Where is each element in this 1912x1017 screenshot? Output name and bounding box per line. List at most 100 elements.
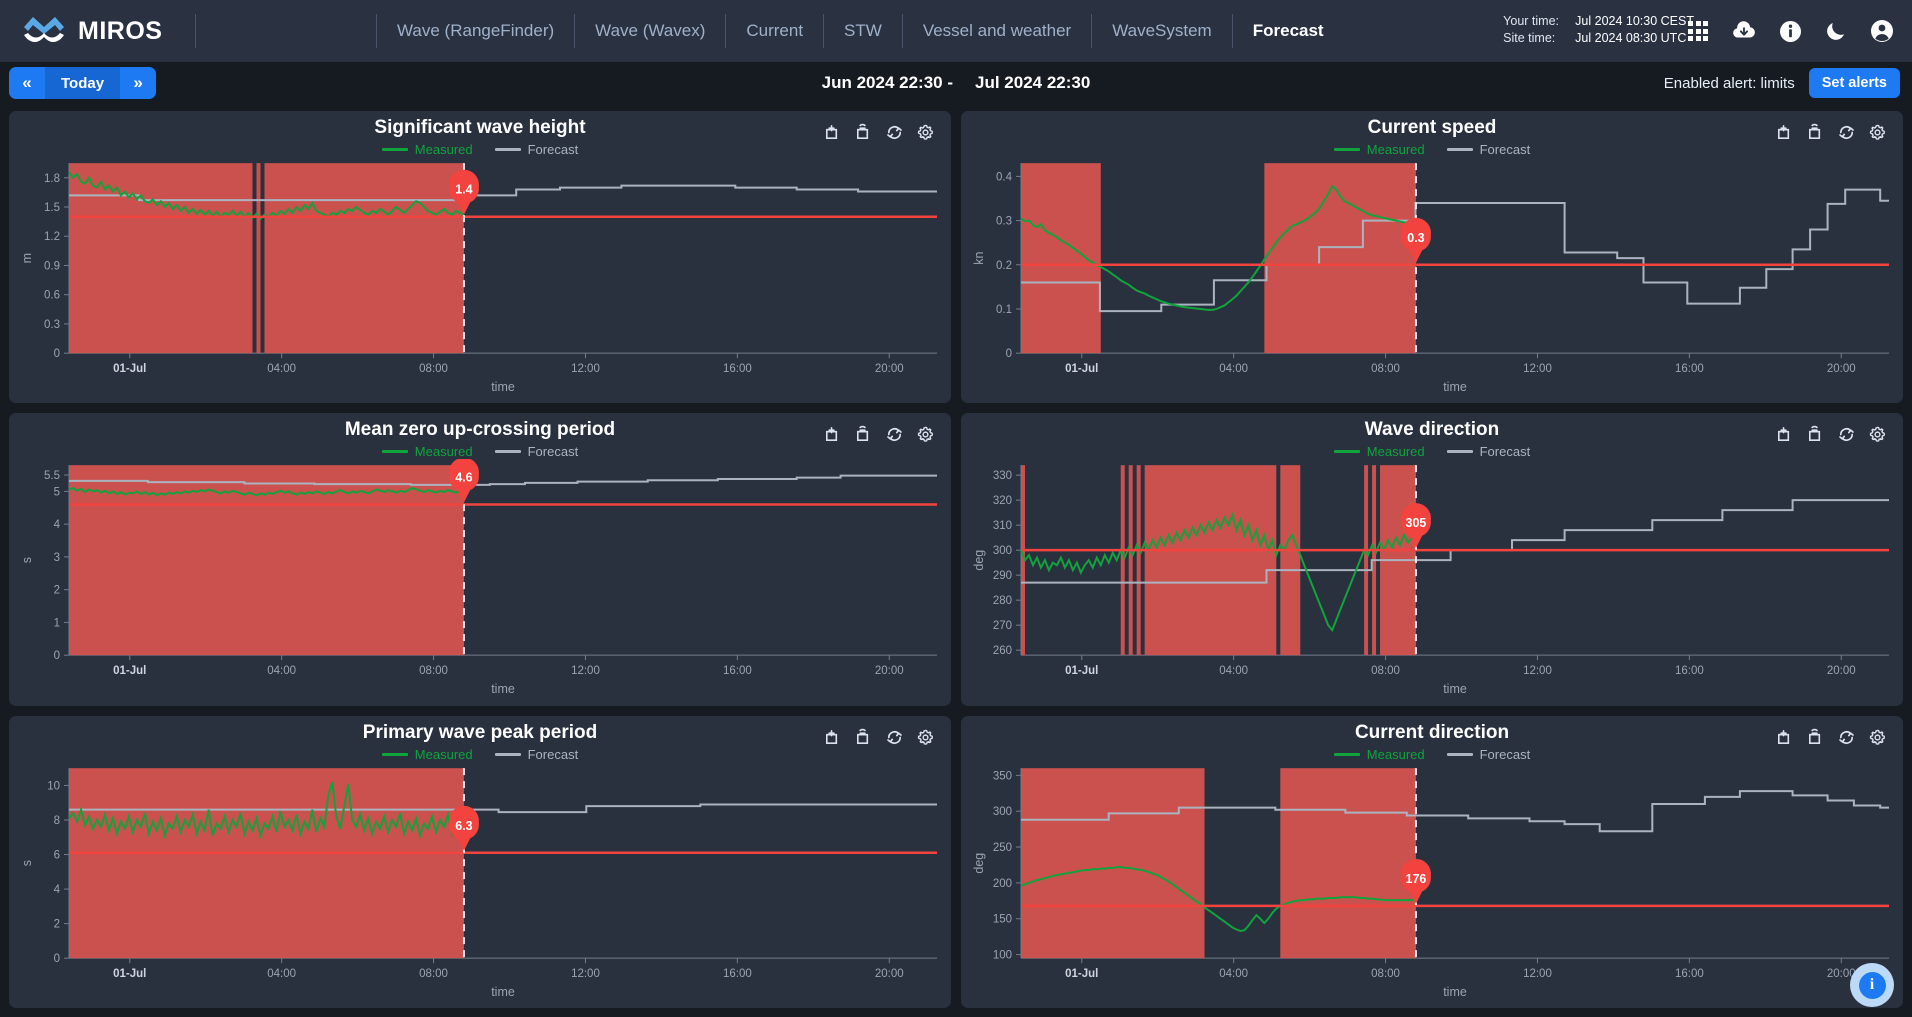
date-nav-group: « Today » [9,67,157,99]
refresh-icon[interactable] [1837,728,1856,747]
account-icon[interactable] [1870,19,1894,43]
svg-text:1.4: 1.4 [455,183,472,197]
panel-current-speed: Current speed Measured Forecast 0 0.1 0.2 0… [961,111,1903,404]
svg-text:280: 280 [993,595,1012,607]
tab-forecast[interactable]: Forecast [1233,14,1344,48]
panel-title: Current direction [1354,721,1510,743]
svg-text:5: 5 [54,487,60,499]
today-button[interactable]: Today [45,67,121,99]
svg-text:8: 8 [54,815,60,827]
tab-wave-rangefinder[interactable]: Wave (RangeFinder) [376,14,576,48]
tab-wave-wavex[interactable]: Wave (Wavex) [575,14,727,48]
crop-in-icon[interactable] [823,425,842,444]
legend-forecast-label: Forecast [527,142,579,157]
svg-text:0.6: 0.6 [44,290,60,302]
panel-header: Wave direction Measured Forecast [961,413,1903,459]
gear-icon[interactable] [916,123,935,142]
svg-text:20:00: 20:00 [875,665,904,677]
svg-text:20:00: 20:00 [1827,363,1856,375]
crop-out-icon[interactable] [854,425,873,444]
svg-text:08:00: 08:00 [419,968,448,980]
crop-in-icon[interactable] [1775,425,1794,444]
cloud-download-icon[interactable] [1732,19,1756,43]
svg-text:305: 305 [1406,516,1427,530]
crop-out-icon[interactable] [854,728,873,747]
gear-icon[interactable] [1868,425,1887,444]
svg-text:4: 4 [54,519,61,531]
tab-vessel-and-weather[interactable]: Vessel and weather [903,14,1093,48]
tab-wavesystem[interactable]: WaveSystem [1092,14,1233,48]
chart-plot-area[interactable]: 0 2 4 6 8 10 s 01-Jul 04:00 08:00 12:00 16:00 20:00 t… [17,762,943,1004]
svg-text:12:00: 12:00 [1523,665,1552,677]
legend-forecast-line-icon [494,752,521,756]
svg-text:20:00: 20:00 [875,363,904,375]
svg-text:04:00: 04:00 [267,363,296,375]
legend-forecast: Forecast [1446,444,1531,460]
chart-plot-area[interactable]: 0 0.1 0.2 0.3 0.4 kn 01-Jul 04:00 08:00 12:00 16:0… [969,157,1895,399]
panel-primary-wave-peak-period: Primary wave peak period Measured Foreca… [9,715,951,1008]
svg-text:04:00: 04:00 [1219,363,1248,375]
refresh-icon[interactable] [1837,123,1856,142]
refresh-icon[interactable] [885,425,904,444]
legend-forecast-label: Forecast [527,444,579,460]
prev-period-button[interactable]: « [9,67,45,99]
panel-header: Primary wave peak period Measured Foreca… [9,716,951,762]
crop-in-icon[interactable] [1775,728,1794,747]
chart-legend: Measured Forecast [9,142,951,157]
chart-legend: Measured Forecast [961,142,1903,157]
legend-forecast-line-icon [1446,148,1473,151]
panel-header: Current direction Measured Forecast [961,716,1903,762]
moon-icon[interactable] [1824,19,1848,43]
crop-out-icon[interactable] [854,123,873,142]
crop-out-icon[interactable] [1806,425,1825,444]
legend-forecast-label: Forecast [1479,444,1531,460]
brand-logo[interactable]: MIROS [0,14,195,49]
crop-out-icon[interactable] [1806,728,1825,747]
apps-grid-icon[interactable] [1686,19,1710,43]
crop-in-icon[interactable] [823,728,842,747]
tab-current[interactable]: Current [726,14,825,48]
chart-plot-area[interactable]: 260 270 280 290 300 310 320 330 deg 01-Jul 04:00 08… [969,459,1895,701]
crop-in-icon[interactable] [1775,123,1794,142]
info-icon[interactable] [1778,19,1802,43]
svg-text:time: time [491,682,515,696]
svg-text:2: 2 [54,918,60,930]
svg-text:6.3: 6.3 [455,818,472,832]
svg-text:250: 250 [993,842,1012,854]
legend-forecast: Forecast [494,142,579,157]
panel-toolbar [1775,425,1887,444]
date-range-label: Jun 2024 22:30 - Jul 2024 22:30 [0,73,1912,93]
svg-text:12:00: 12:00 [571,968,600,980]
gear-icon[interactable] [916,728,935,747]
chart-plot-area[interactable]: 100 150 200 250 300 350 deg 01-Jul 04:00 08:00 12:… [969,762,1895,1004]
legend-measured-line-icon [1333,450,1360,454]
tab-stw[interactable]: STW [824,14,903,48]
svg-text:0.4: 0.4 [996,171,1013,183]
crop-out-icon[interactable] [1806,123,1825,142]
svg-text:320: 320 [993,495,1012,507]
gear-icon[interactable] [1868,123,1887,142]
refresh-icon[interactable] [1837,425,1856,444]
gear-icon[interactable] [916,425,935,444]
refresh-icon[interactable] [885,123,904,142]
crop-in-icon[interactable] [823,123,842,142]
panel-header: Current speed Measured Forecast [961,111,1903,157]
chart-plot-area[interactable]: 0 0.3 0.6 0.9 1.2 1.5 1.8 m 01-Jul 04:00 08:00 12:0… [17,157,943,399]
chart-plot-area[interactable]: 0 1 2 3 4 5 5.5 s 01-Jul 04:00 08:00 12:00 16:00 20:0… [17,459,943,701]
set-alerts-button[interactable]: Set alerts [1808,68,1900,98]
site-time-value: Jul 2024 08:30 UTC [1575,31,1687,45]
legend-forecast-line-icon [494,148,521,151]
refresh-icon[interactable] [885,728,904,747]
gear-icon[interactable] [1868,728,1887,747]
svg-text:350: 350 [993,770,1012,782]
svg-text:16:00: 16:00 [723,665,752,677]
legend-measured-line-icon [381,752,408,756]
svg-text:01-Jul: 01-Jul [113,665,146,677]
legend-measured-label: Measured [1366,444,1425,460]
miros-wave-logo-icon [22,14,66,49]
help-info-fab[interactable]: i [1850,963,1894,1007]
next-period-button[interactable]: » [120,67,157,99]
svg-text:0: 0 [54,650,60,662]
legend-forecast: Forecast [1446,747,1530,762]
legend-forecast-line-icon [1446,450,1473,454]
